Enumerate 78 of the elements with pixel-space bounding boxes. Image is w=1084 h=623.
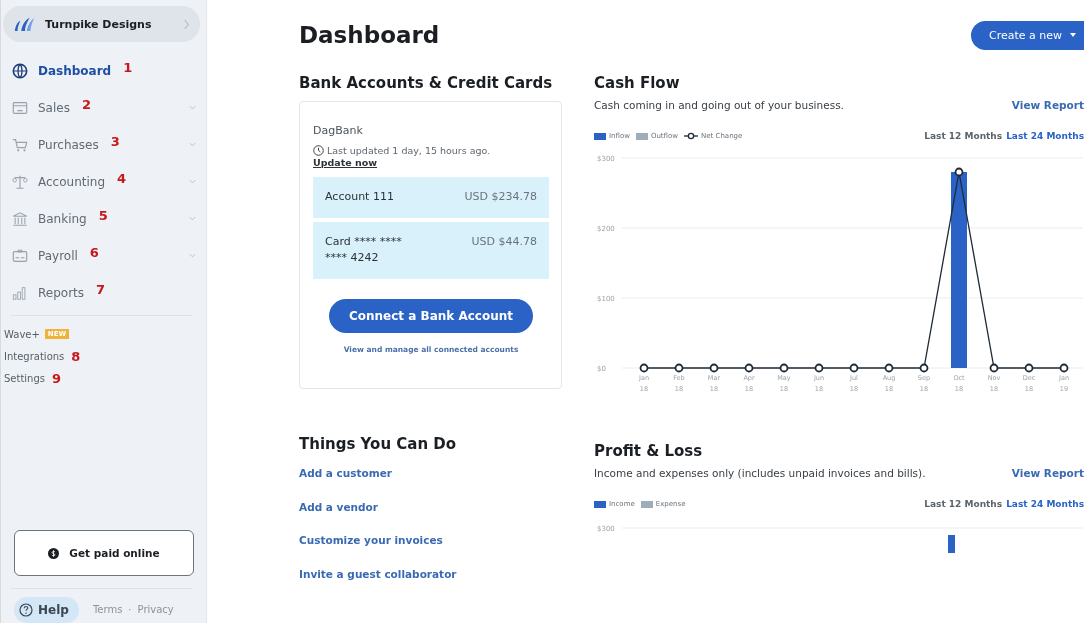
account-name: Account 111 bbox=[325, 189, 395, 205]
annotation-number: 6 bbox=[89, 245, 99, 260]
sidebar-link[interactable]: Settings bbox=[4, 372, 45, 384]
annotation-number: 8 bbox=[71, 348, 81, 364]
section-title: Cash Flow bbox=[594, 73, 681, 94]
action-link[interactable]: Add a customer bbox=[299, 463, 567, 497]
chevron-right-icon bbox=[183, 18, 190, 30]
privacy-link[interactable]: Privacy bbox=[137, 604, 174, 615]
annotation-number: 9 bbox=[52, 370, 62, 386]
data-point bbox=[779, 363, 789, 373]
nav-item[interactable]: Dashboard 1 bbox=[1, 52, 206, 89]
data-point bbox=[1024, 363, 1034, 373]
section-title: Profit & Loss bbox=[594, 441, 704, 462]
section-title: Bank Accounts & Credit Cards bbox=[299, 73, 554, 94]
data-point bbox=[814, 363, 824, 373]
account-row[interactable]: Card **** **** **** 4242 USD $44.78 bbox=[313, 221, 549, 279]
action-link[interactable]: Invite a guest collaborator bbox=[299, 563, 567, 597]
id-card-icon bbox=[12, 247, 28, 264]
action-link[interactable]: Add a vendor bbox=[299, 496, 567, 530]
data-point bbox=[674, 363, 684, 373]
cart-icon bbox=[12, 136, 28, 153]
bank-name: DagBank bbox=[313, 124, 364, 137]
question-circle-icon bbox=[19, 602, 33, 617]
sidebar-link[interactable]: Integrations bbox=[4, 350, 65, 362]
data-point bbox=[989, 363, 999, 373]
data-point bbox=[639, 363, 649, 373]
update-now-link[interactable]: Update now bbox=[313, 157, 549, 168]
window-icon bbox=[12, 99, 28, 116]
data-point bbox=[744, 363, 754, 373]
annotation-number: 5 bbox=[98, 208, 108, 223]
action-link[interactable]: Customize your invoices bbox=[299, 530, 567, 564]
annotation-number: 7 bbox=[96, 282, 106, 297]
page-title: Dashboard bbox=[299, 22, 440, 48]
account-balance: USD $234.78 bbox=[464, 189, 537, 205]
range-option[interactable]: Last 24 Months bbox=[1006, 131, 1084, 141]
nav-item[interactable]: Payroll 6 bbox=[1, 237, 206, 274]
account-balance: USD $44.78 bbox=[471, 233, 537, 250]
range-option[interactable]: Last 12 Months bbox=[924, 131, 1003, 141]
annotation-number: 4 bbox=[117, 171, 127, 186]
scale-icon bbox=[12, 173, 28, 190]
section-description: Income and expenses only (includes unpaid invoices and bills). bbox=[594, 467, 926, 481]
last-updated-text: Last updated 1 day, 15 hours ago. bbox=[327, 145, 491, 156]
annotation-number: 3 bbox=[110, 134, 120, 149]
data-point bbox=[954, 167, 964, 177]
separator-dot: · bbox=[128, 604, 132, 615]
nav-item[interactable]: Banking 5 bbox=[1, 200, 206, 237]
data-point bbox=[849, 363, 859, 373]
create-new-button[interactable]: Create a new bbox=[970, 20, 1084, 50]
data-point bbox=[919, 363, 929, 373]
clock-icon bbox=[313, 145, 324, 156]
caret-icon bbox=[1070, 33, 1076, 37]
account-name: Card **** **** **** 4242 bbox=[325, 233, 403, 266]
annotation-number: 1 bbox=[123, 60, 133, 75]
bank-icon bbox=[12, 210, 28, 227]
view-report-link[interactable]: View Report bbox=[1011, 99, 1084, 115]
range-option[interactable]: Last 24 Months bbox=[1006, 499, 1084, 509]
nav-item[interactable]: Accounting 4 bbox=[1, 163, 206, 200]
data-point bbox=[709, 363, 719, 373]
account-row[interactable]: Account 111 USD $234.78 bbox=[313, 177, 549, 218]
globe-icon bbox=[12, 62, 28, 79]
data-point bbox=[1059, 363, 1069, 373]
get-paid-button[interactable]: Get paid online bbox=[14, 530, 194, 576]
data-point bbox=[884, 363, 894, 373]
dollar-coin-icon bbox=[48, 547, 60, 559]
section-title: Things You Can Do bbox=[299, 434, 458, 455]
help-button[interactable]: Help bbox=[14, 596, 79, 623]
nav-item[interactable]: Purchases 3 bbox=[1, 126, 206, 163]
bar bbox=[948, 535, 955, 553]
view-report-link[interactable]: View Report bbox=[1011, 467, 1084, 483]
annotation-number: 2 bbox=[81, 97, 91, 112]
nav-item[interactable]: Sales 2 bbox=[1, 89, 206, 126]
business-switcher[interactable]: Turnpike Designs bbox=[3, 6, 200, 42]
section-description: Cash coming in and going out of your business. bbox=[594, 99, 844, 113]
connect-bank-button[interactable]: Connect a Bank Account bbox=[328, 298, 534, 333]
sidebar-link[interactable]: Wave+ bbox=[4, 328, 40, 340]
nav-item[interactable]: Reports 7 bbox=[1, 274, 206, 311]
range-option[interactable]: Last 12 Months bbox=[924, 499, 1003, 509]
bar-graph-icon bbox=[12, 284, 28, 301]
